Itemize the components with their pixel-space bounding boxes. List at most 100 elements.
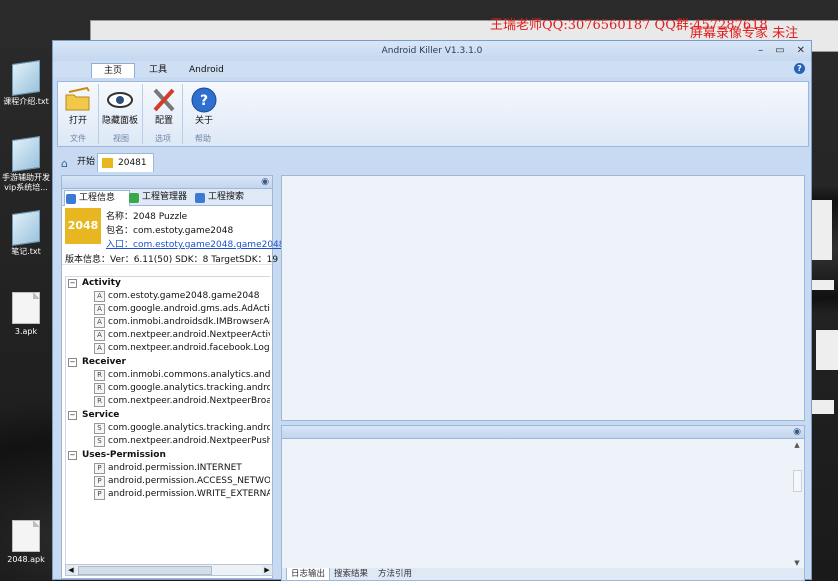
desktop-icon-2048apk[interactable]: 2048.apk bbox=[0, 520, 52, 565]
ribbon-group-label: 帮助 bbox=[195, 134, 211, 143]
scrollbar-thumb[interactable] bbox=[793, 470, 802, 492]
menu-tab-tools[interactable]: 工具 bbox=[137, 63, 179, 77]
tree-item[interactable]: Acom.nextpeer.android.facebook.LoginActi… bbox=[94, 342, 270, 354]
tab-method-references[interactable]: 方法引用 bbox=[374, 568, 416, 580]
hide-panel-button[interactable]: 隐藏面板 bbox=[100, 86, 140, 126]
title-bar: Android Killer V1.3.1.0 – ▭ ✕ bbox=[53, 41, 811, 61]
collapse-icon[interactable]: − bbox=[68, 411, 77, 420]
tree-item[interactable]: Pandroid.permission.INTERNET bbox=[94, 462, 242, 474]
tree-item[interactable]: Pandroid.permission.ACCESS_NETWORK_STATE bbox=[94, 475, 270, 487]
eye-icon[interactable]: ◉ bbox=[793, 427, 801, 437]
panel-header: ◉ bbox=[282, 426, 804, 439]
config-button[interactable]: 配置 bbox=[144, 86, 184, 126]
home-icon: ⌂ bbox=[61, 157, 68, 170]
desktop-icon-notes[interactable]: 笔记.txt bbox=[0, 210, 52, 257]
project-panel: ◉ 工程信息 工程管理器 工程搜索 2048 名称：2048 Puzzle 包名… bbox=[61, 175, 285, 579]
tree-item[interactable]: Acom.google.android.gms.ads.AdActivity bbox=[94, 303, 270, 315]
open-button-label: 打开 bbox=[68, 116, 87, 126]
tab-project-20481[interactable]: 20481 bbox=[97, 153, 154, 172]
tree-item[interactable]: Rcom.inmobi.commons.analytics.androidsdk bbox=[94, 369, 270, 381]
tree-item[interactable]: Scom.nextpeer.android.NextpeerPushServic… bbox=[94, 435, 270, 447]
desktop-icon-label: 手游辅助开发vip系统培... bbox=[2, 173, 50, 192]
menu-tab-android[interactable]: Android bbox=[177, 63, 236, 77]
menu-tab-home[interactable]: 主页 bbox=[91, 63, 136, 78]
tree-item[interactable]: Rcom.google.analytics.tracking.android bbox=[94, 382, 270, 394]
about-button[interactable]: ? 关于 bbox=[184, 86, 224, 126]
scroll-left-icon[interactable]: ◀ bbox=[66, 565, 76, 575]
watermark-text-2: 屏幕录像专家 未注 bbox=[690, 26, 799, 41]
desktop-icon-label: 课程介绍.txt bbox=[3, 97, 49, 106]
tab-log-output[interactable]: 日志输出 bbox=[286, 568, 331, 581]
eye-icon[interactable]: ◉ bbox=[261, 177, 269, 187]
scroll-down-icon[interactable]: ▼ bbox=[792, 558, 802, 568]
tab-project-search-label: 工程搜索 bbox=[208, 192, 245, 202]
scrollbar-thumb[interactable] bbox=[78, 566, 212, 575]
tree-group-activity[interactable]: − Activity bbox=[66, 277, 121, 289]
app-info: 2048 名称：2048 Puzzle 包名：com.estoty.game20… bbox=[62, 206, 285, 265]
tree-group-service[interactable]: − Service bbox=[66, 409, 119, 421]
vertical-scrollbar[interactable]: ▲ ▼ bbox=[792, 440, 802, 568]
ribbon-group-label: 选项 bbox=[155, 134, 171, 143]
document-tabs: ⌂ 开始 20481 bbox=[57, 153, 809, 172]
tree-item[interactable]: Rcom.nextpeer.android.NextpeerBroadcast bbox=[94, 395, 270, 407]
tree-item-label: com.google.analytics.tracking.android bbox=[108, 423, 270, 433]
window-title: Android Killer V1.3.1.0 bbox=[381, 46, 483, 56]
tab-project-info[interactable]: 工程信息 bbox=[64, 190, 130, 206]
config-button-label: 配置 bbox=[154, 116, 173, 126]
desktop-icon-3apk[interactable]: 3.apk bbox=[0, 292, 52, 337]
tree-item-label: com.nextpeer.android.NextpeerActivity bbox=[108, 330, 270, 340]
tree-item[interactable]: Acom.inmobi.androidsdk.IMBrowserActivity bbox=[94, 316, 270, 328]
tree-item-label: com.nextpeer.android.facebook.LoginActiv… bbox=[108, 343, 270, 353]
app-name: 名称：2048 Puzzle bbox=[106, 212, 188, 222]
collapse-icon[interactable]: − bbox=[68, 451, 77, 460]
tree-item[interactable]: Scom.google.analytics.tracking.android bbox=[94, 422, 270, 434]
tree-group-label: Receiver bbox=[82, 357, 126, 367]
project-sub-tabs: 工程信息 工程管理器 工程搜索 bbox=[62, 189, 272, 206]
help-icon[interactable]: ? bbox=[794, 63, 805, 74]
tab-project-manager[interactable]: 工程管理器 bbox=[128, 190, 187, 205]
collapse-icon[interactable]: − bbox=[68, 279, 77, 288]
eye-icon bbox=[105, 86, 135, 114]
app-entry-link[interactable]: 入口：com.estoty.game2048.game2048 bbox=[106, 237, 285, 250]
tab-search-results[interactable]: 搜索结果 bbox=[330, 568, 372, 580]
activity-badge-icon: A bbox=[94, 291, 105, 302]
scroll-right-icon[interactable]: ▶ bbox=[262, 565, 272, 575]
open-button[interactable]: 打开 bbox=[58, 86, 98, 126]
tree-item-label: com.inmobi.commons.analytics.androidsdk bbox=[108, 370, 270, 380]
tree-item[interactable]: Acom.estoty.game2048.game2048 bbox=[94, 290, 260, 302]
ribbon-group-label: 视图 bbox=[113, 134, 129, 143]
about-button-label: 关于 bbox=[194, 116, 213, 126]
tree-item[interactable]: Acom.nextpeer.android.NextpeerActivity bbox=[94, 329, 270, 341]
collapse-icon[interactable]: − bbox=[68, 358, 77, 367]
activity-badge-icon: A bbox=[94, 330, 105, 341]
menu-bar: 主页 工具 Android ? bbox=[53, 61, 811, 78]
tree-group-uses-permission[interactable]: − Uses-Permission bbox=[66, 449, 166, 461]
tree-group-receiver[interactable]: − Receiver bbox=[66, 356, 126, 368]
tree-item[interactable]: Pandroid.permission.WRITE_EXTERNAL_STORA… bbox=[94, 488, 270, 500]
desktop-icon-label: 3.apk bbox=[14, 327, 38, 336]
help-icon: ? bbox=[189, 86, 219, 114]
tree-item-label: android.permission.WRITE_EXTERNAL_STORAG… bbox=[108, 489, 270, 499]
tab-start[interactable]: ⌂ 开始 bbox=[57, 153, 101, 171]
permission-badge-icon: P bbox=[94, 489, 105, 500]
maximize-button[interactable]: ▭ bbox=[775, 41, 784, 61]
tab-project-search[interactable]: 工程搜索 bbox=[194, 190, 244, 205]
horizontal-scrollbar[interactable]: ◀ ▶ bbox=[65, 564, 273, 576]
file-icon bbox=[12, 292, 40, 324]
desktop-icon-vip-training[interactable]: 手游辅助开发vip系统培... bbox=[0, 136, 52, 193]
manifest-tree: − Activity Acom.estoty.game2048.game2048… bbox=[65, 276, 270, 566]
file-icon bbox=[12, 520, 40, 552]
close-button[interactable]: ✕ bbox=[797, 41, 805, 61]
app-package: 包名：com.estoty.game2048 bbox=[106, 226, 234, 236]
service-badge-icon: S bbox=[94, 436, 105, 447]
desktop-icon-course-intro[interactable]: 课程介绍.txt bbox=[0, 60, 52, 107]
activity-badge-icon: A bbox=[94, 317, 105, 328]
editor-panel bbox=[281, 175, 805, 421]
output-tabs: 日志输出 搜索结果 方法引用 bbox=[282, 568, 804, 581]
minimize-button[interactable]: – bbox=[758, 41, 763, 61]
tree-item-label: com.google.android.gms.ads.AdActivity bbox=[108, 304, 270, 314]
scroll-up-icon[interactable]: ▲ bbox=[792, 440, 802, 450]
tab-project-manager-label: 工程管理器 bbox=[142, 192, 188, 202]
tree-item-label: com.nextpeer.android.NextpeerPushService bbox=[108, 436, 270, 446]
receiver-badge-icon: R bbox=[94, 370, 105, 381]
